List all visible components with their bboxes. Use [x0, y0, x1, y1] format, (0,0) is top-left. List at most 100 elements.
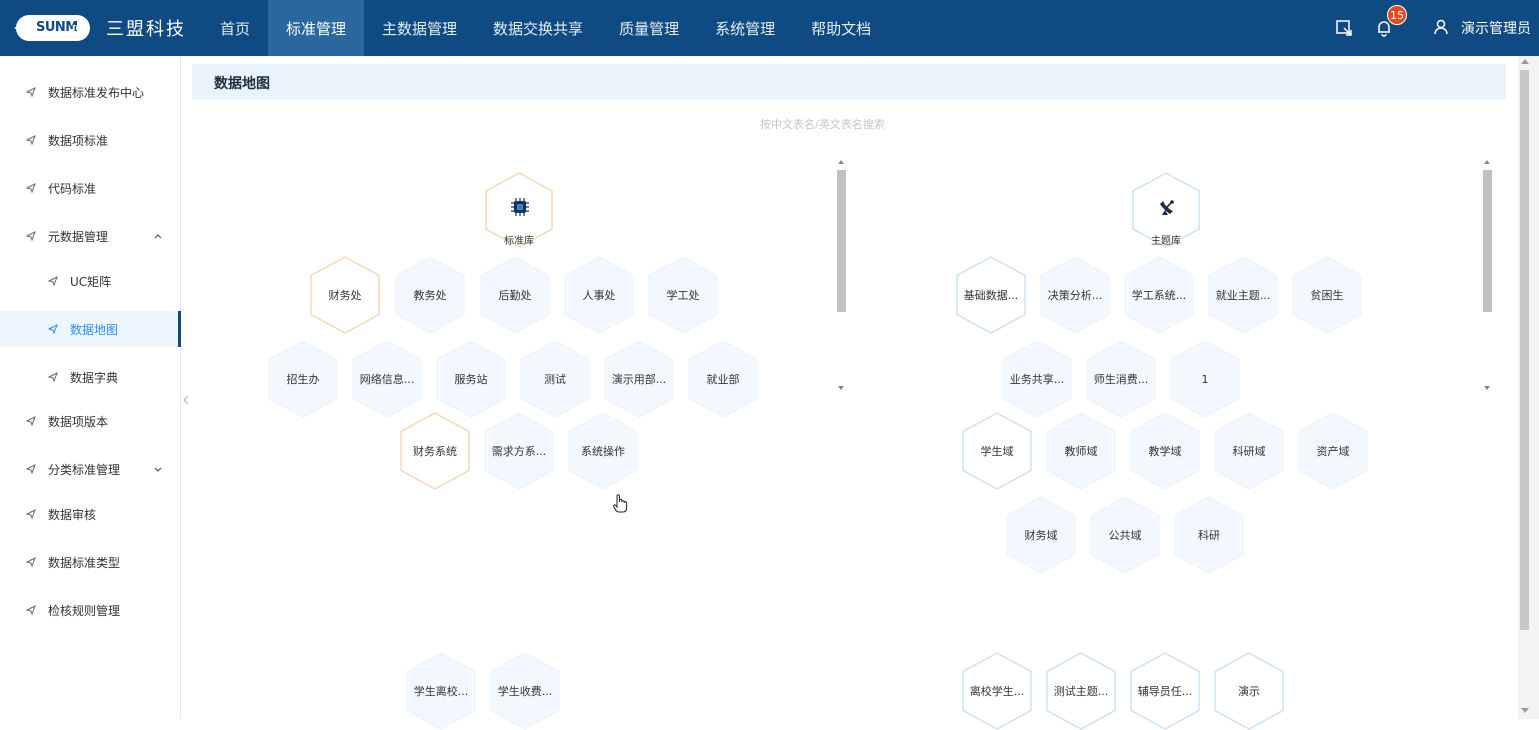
right-node[interactable]: 学生域: [962, 412, 1032, 490]
chevron-left-icon: [183, 395, 189, 405]
left-node[interactable]: 人事处: [564, 256, 634, 334]
left-panel-scrollbar[interactable]: [836, 160, 846, 392]
right-node[interactable]: 师生消费...: [1086, 340, 1156, 418]
node-label: 贫困生: [1310, 289, 1344, 302]
right-node[interactable]: 资产域: [1298, 412, 1368, 490]
left-node[interactable]: 学工处: [648, 256, 718, 334]
search-hint[interactable]: 按中文表名/英文表名搜索: [760, 116, 885, 132]
left-node[interactable]: 服务站: [436, 340, 506, 418]
sidebar-item-label: 代码标准: [48, 181, 97, 196]
page-header: 数据地图: [192, 64, 1506, 100]
send-icon: [26, 87, 36, 97]
left-node[interactable]: 需求方系...: [484, 412, 554, 490]
left-node[interactable]: 系统操作: [568, 412, 638, 490]
left-node[interactable]: 学生收费...: [490, 652, 560, 730]
send-icon: [48, 276, 58, 286]
left-node[interactable]: 演示用部...: [604, 340, 674, 418]
page-title: 数据地图: [214, 76, 270, 92]
right-node[interactable]: 测试主题...: [1046, 652, 1116, 730]
left-node[interactable]: 就业部: [688, 340, 758, 418]
node-label: 学生域: [980, 445, 1014, 458]
right-node[interactable]: 财务域: [1006, 496, 1076, 574]
sidebar-item-uc-matrix[interactable]: UC矩阵: [0, 263, 181, 299]
nav-system[interactable]: 系统管理: [697, 0, 793, 56]
sidebar-item-code-standard[interactable]: 代码标准: [0, 170, 181, 206]
right-panel-scrollbar[interactable]: [1482, 160, 1492, 392]
node-label: 教师域: [1064, 445, 1098, 458]
left-node[interactable]: 网络信息...: [352, 340, 422, 418]
sidebar-item-metadata-management[interactable]: 元数据管理: [0, 218, 181, 254]
send-icon: [26, 231, 36, 241]
send-icon: [26, 605, 36, 615]
window-scrollbar[interactable]: [1518, 56, 1539, 719]
node-label: 公共域: [1108, 529, 1142, 542]
logo[interactable]: SUNM net 三盟科技: [14, 8, 186, 48]
right-node[interactable]: 演示: [1214, 652, 1284, 730]
sidebar-item-standard-type[interactable]: 数据标准类型: [0, 544, 181, 580]
bell-icon[interactable]: 15: [1375, 5, 1407, 37]
right-node[interactable]: 学工系统...: [1124, 256, 1194, 334]
sidebar-item-standard-release[interactable]: 数据标准发布中心: [0, 74, 181, 110]
right-node[interactable]: 业务共享...: [1002, 340, 1072, 418]
left-node[interactable]: 教务处: [395, 256, 465, 334]
top-navbar: SUNM net 三盟科技 首页 标准管理 主数据管理 数据交换共享 质量管理 …: [0, 0, 1539, 56]
sidebar-item-label: 检核规则管理: [48, 603, 121, 618]
standard-library-root[interactable]: 标准库: [485, 172, 553, 248]
node-label: 招生办: [286, 373, 320, 386]
chevron-down-icon: [154, 467, 162, 472]
sidebar-item-data-item-standard[interactable]: 数据项标准: [0, 122, 181, 158]
right-node[interactable]: 教学域: [1130, 412, 1200, 490]
nav-home[interactable]: 首页: [202, 0, 268, 56]
right-node[interactable]: 科研: [1174, 496, 1244, 574]
nav-quality[interactable]: 质量管理: [601, 0, 697, 56]
right-node[interactable]: 辅导员任...: [1130, 652, 1200, 730]
sidebar-collapse-handle[interactable]: [181, 386, 191, 414]
sidebar-item-data-review[interactable]: 数据审核: [0, 496, 181, 532]
nav-master-data[interactable]: 主数据管理: [364, 0, 475, 56]
left-node[interactable]: 测试: [520, 340, 590, 418]
node-label: 科研: [1198, 529, 1220, 542]
right-node[interactable]: 1: [1170, 340, 1240, 418]
sidebar-item-data-map[interactable]: 数据地图: [0, 311, 181, 347]
user-menu[interactable]: 演示管理员: [1433, 18, 1531, 38]
node-label: 学生离校...: [413, 685, 469, 698]
node-label: 师生消费...: [1093, 373, 1149, 386]
sidebar-item-classification-standard[interactable]: 分类标准管理: [0, 451, 181, 487]
nav-standard-management[interactable]: 标准管理: [268, 0, 365, 56]
sidebar-item-data-dictionary[interactable]: 数据字典: [0, 359, 181, 395]
notification-badge: 15: [1387, 5, 1407, 25]
logo-net: net: [72, 23, 87, 33]
nav-help[interactable]: 帮助文档: [793, 0, 889, 56]
right-node[interactable]: 离校学生...: [962, 652, 1032, 730]
left-node[interactable]: 招生办: [268, 340, 338, 418]
node-label: 测试主题...: [1053, 685, 1109, 698]
root-label: 主题库: [1151, 236, 1181, 247]
right-node[interactable]: 基础数据...: [956, 256, 1026, 334]
nav-data-exchange[interactable]: 数据交换共享: [475, 0, 601, 56]
right-node[interactable]: 教师域: [1046, 412, 1116, 490]
left-node[interactable]: 学生离校...: [406, 652, 476, 730]
node-label: 就业部: [706, 373, 740, 386]
theme-library-root[interactable]: 主题库: [1132, 172, 1200, 248]
node-label: 演示: [1238, 685, 1260, 698]
left-node[interactable]: 后勤处: [480, 256, 550, 334]
right-node[interactable]: 公共域: [1090, 496, 1160, 574]
right-node[interactable]: 科研域: [1214, 412, 1284, 490]
node-label: 后勤处: [498, 289, 532, 302]
export-icon[interactable]: [1335, 19, 1353, 37]
left-node[interactable]: 财务系统: [400, 412, 470, 490]
logo-text: 三盟科技: [106, 19, 186, 40]
right-node[interactable]: 就业主题...: [1208, 256, 1278, 334]
node-label: 基础数据...: [963, 289, 1019, 302]
node-label: 系统操作: [581, 445, 625, 458]
node-label: 1: [1201, 372, 1209, 386]
sidebar-item-check-rules[interactable]: 检核规则管理: [0, 592, 181, 628]
sidebar-item-label: 数据审核: [48, 507, 97, 522]
sidebar-item-data-item-version[interactable]: 数据项版本: [0, 403, 181, 439]
node-label: 决策分析...: [1047, 289, 1103, 302]
right-node[interactable]: 决策分析...: [1040, 256, 1110, 334]
right-node[interactable]: 贫困生: [1292, 256, 1362, 334]
node-label: 资产域: [1316, 445, 1350, 458]
left-node[interactable]: 财务处: [310, 256, 380, 334]
node-label: 科研域: [1232, 445, 1266, 458]
